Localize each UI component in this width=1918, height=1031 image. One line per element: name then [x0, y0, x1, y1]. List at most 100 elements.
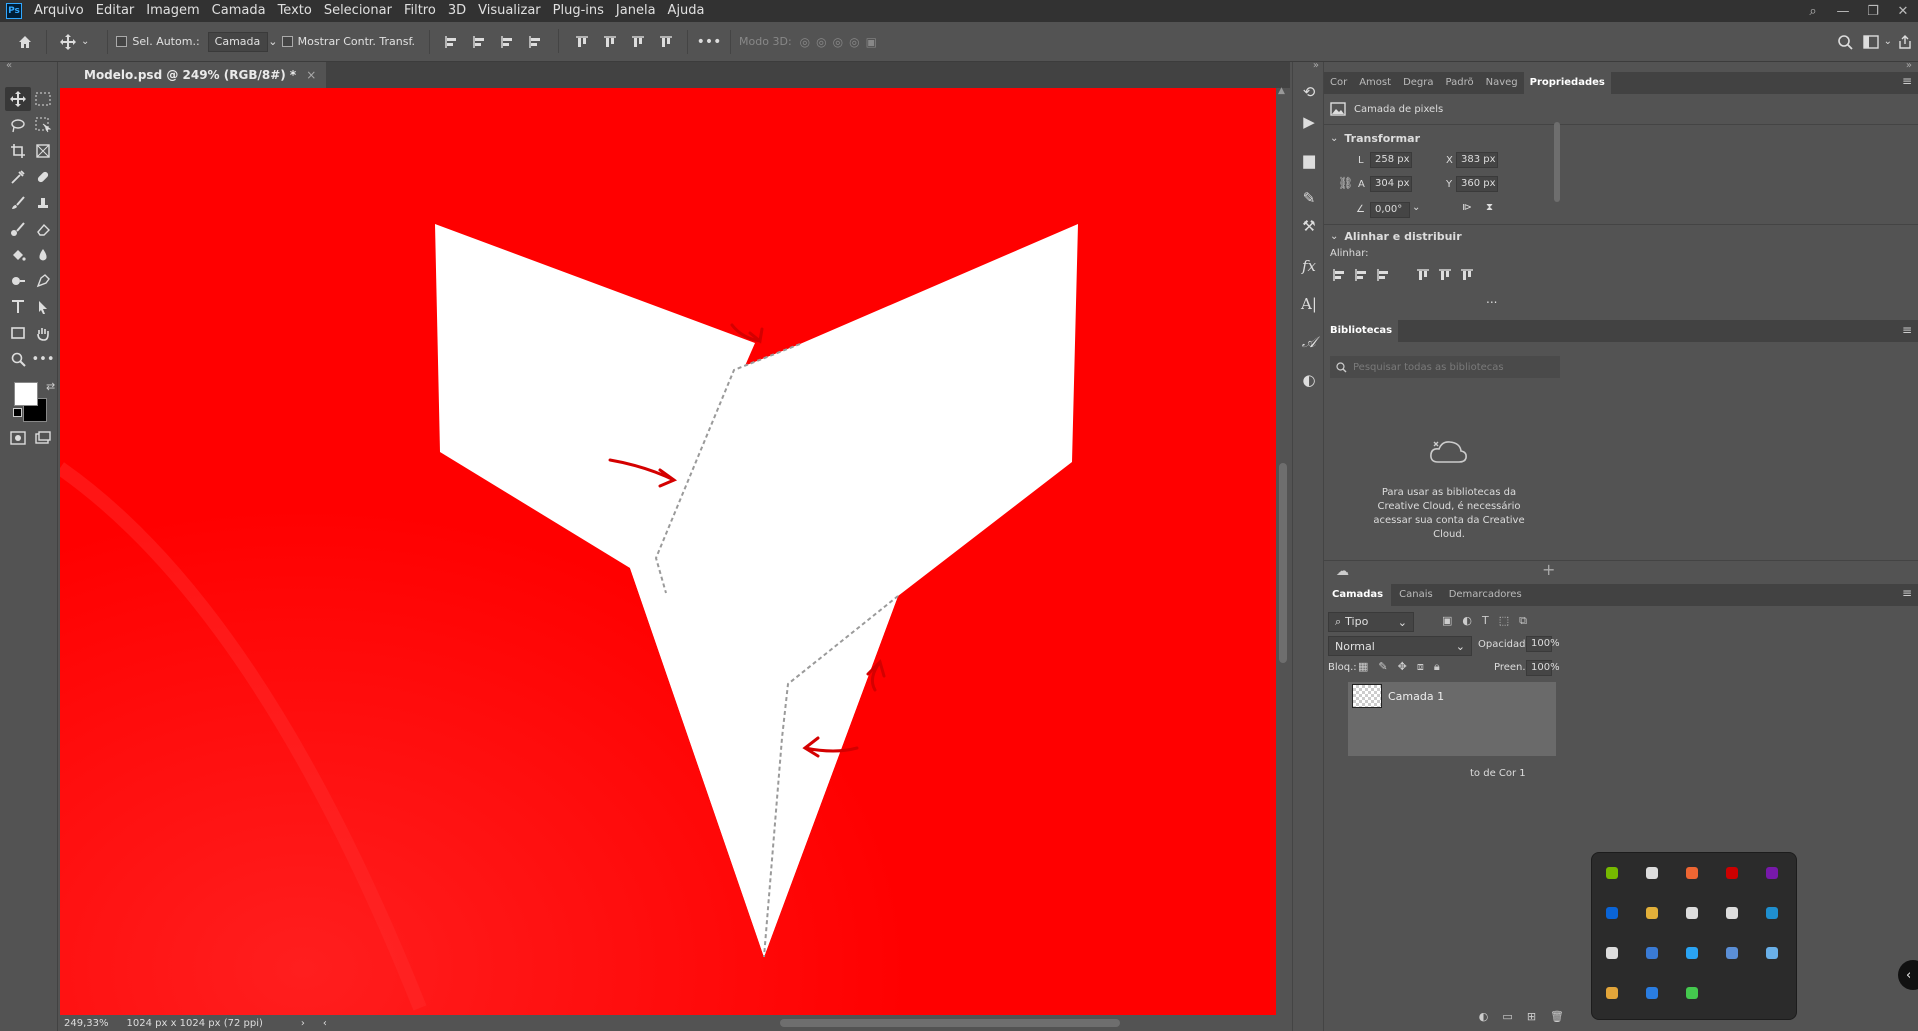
- share-icon[interactable]: [1892, 29, 1918, 55]
- add-library-icon[interactable]: +: [1542, 560, 1555, 579]
- transform-header[interactable]: ⌄ Transformar: [1330, 132, 1420, 145]
- align-bottom-icon[interactable]: [625, 29, 651, 55]
- character-panel-icon[interactable]: A|: [1293, 290, 1325, 318]
- vertical-scrollbar[interactable]: ▲: [1276, 86, 1290, 1015]
- tool-presets-panel-icon[interactable]: ⚒: [1293, 212, 1325, 240]
- align-left-icon[interactable]: [438, 29, 464, 55]
- t-app-icon[interactable]: [1642, 863, 1662, 883]
- menu-selecionar[interactable]: Selecionar: [318, 0, 398, 22]
- brush-settings-panel-icon[interactable]: ✎: [1293, 184, 1325, 212]
- close-tab-icon[interactable]: ×: [306, 68, 316, 82]
- blend-mode-dropdown[interactable]: Normal ⌄: [1328, 636, 1472, 656]
- usb-icon[interactable]: [1722, 903, 1742, 923]
- layer-row-selected[interactable]: Camada 1: [1348, 682, 1556, 756]
- filter-adjustment-icon[interactable]: ◐: [1462, 614, 1472, 628]
- crop-tool-icon[interactable]: [5, 139, 31, 163]
- outlook-icon[interactable]: [1602, 903, 1622, 923]
- canvas[interactable]: [60, 88, 1276, 1015]
- chevron-down-icon[interactable]: ⌄: [1412, 202, 1420, 213]
- panel-menu-icon[interactable]: ≡: [1902, 74, 1912, 88]
- zoom-level[interactable]: 249,33%: [64, 1018, 109, 1029]
- collapse-strip-icon[interactable]: »: [1313, 60, 1319, 71]
- glyphs-panel-icon[interactable]: 𝒜: [1293, 328, 1325, 356]
- filter-pixel-icon[interactable]: ▣: [1442, 614, 1452, 628]
- new-group-icon[interactable]: ▭: [1502, 1010, 1512, 1023]
- rectangle-tool-icon[interactable]: [5, 321, 31, 345]
- align-right-icon[interactable]: [494, 29, 520, 55]
- y-field[interactable]: 360 px: [1456, 176, 1498, 192]
- hand-tool-icon[interactable]: [30, 321, 56, 345]
- align-v-centers-icon[interactable]: [1438, 268, 1452, 282]
- properties-scroll-thumb[interactable]: [1554, 122, 1560, 202]
- roll-3d-icon[interactable]: ◎: [816, 35, 826, 49]
- orb-icon[interactable]: [1682, 943, 1702, 963]
- styles-panel-icon[interactable]: fx: [1293, 252, 1325, 280]
- align-right-edges-icon[interactable]: [1376, 268, 1390, 282]
- history-brush-tool-icon[interactable]: [5, 217, 31, 241]
- app-blue-icon[interactable]: [1642, 943, 1662, 963]
- scale-3d-icon[interactable]: ▣: [866, 35, 877, 49]
- adobe-icon[interactable]: [1722, 863, 1742, 883]
- frame-tool-icon[interactable]: [30, 139, 56, 163]
- panel-menu-icon[interactable]: ≡: [1902, 323, 1912, 337]
- fill-field[interactable]: 100%: [1526, 660, 1560, 676]
- status-chevron-icon[interactable]: ›: [301, 1018, 305, 1029]
- brush-tool-icon[interactable]: [5, 191, 31, 215]
- zoom-tool-icon[interactable]: [5, 347, 31, 371]
- tab-demarcadores[interactable]: Demarcadores: [1441, 584, 1530, 606]
- menu-texto[interactable]: Texto: [272, 0, 318, 22]
- filter-type-icon[interactable]: T: [1482, 614, 1489, 628]
- lock-image-icon[interactable]: ✎: [1378, 660, 1387, 674]
- menu-camada[interactable]: Camada: [206, 0, 272, 22]
- bluetooth-icon[interactable]: [1642, 983, 1662, 1003]
- tab-propriedades[interactable]: Propriedades: [1523, 72, 1611, 94]
- object-select-tool-icon[interactable]: [30, 113, 56, 137]
- fan-icon[interactable]: [1682, 983, 1702, 1003]
- menu-3d[interactable]: 3D: [442, 0, 472, 22]
- healing-brush-tool-icon[interactable]: [30, 165, 56, 189]
- panel-menu-icon[interactable]: ≡: [1902, 586, 1912, 600]
- align-header[interactable]: ⌄ Alinhar e distribuir: [1330, 230, 1462, 243]
- document-tab[interactable]: Modelo.psd @ 249% (RGB/8#) * ×: [60, 62, 327, 88]
- foreground-color-swatch[interactable]: [14, 382, 38, 406]
- pan-3d-icon[interactable]: ◎: [833, 35, 843, 49]
- lock-transparent-icon[interactable]: ▦: [1358, 660, 1368, 674]
- lasso-tool-icon[interactable]: [5, 113, 31, 137]
- home-icon[interactable]: [12, 29, 38, 55]
- collapse-toolbar-icon[interactable]: «: [6, 60, 12, 71]
- menu-janela[interactable]: Janela: [610, 0, 662, 22]
- new-layer-icon[interactable]: ⊞: [1527, 1010, 1536, 1023]
- move-tool-icon[interactable]: [5, 87, 31, 111]
- align-center-v-icon[interactable]: [597, 29, 623, 55]
- gpu-icon[interactable]: [1602, 983, 1622, 1003]
- menu-filtro[interactable]: Filtro: [398, 0, 442, 22]
- filter-shape-icon[interactable]: ⬚: [1499, 614, 1509, 628]
- quick-mask-icon[interactable]: [5, 426, 31, 450]
- default-colors-icon[interactable]: [13, 408, 22, 417]
- lock-all-icon[interactable]: 🔒︎: [1434, 660, 1440, 674]
- adjustment-layer-icon[interactable]: ◐: [1479, 1010, 1489, 1023]
- steam-icon[interactable]: [1762, 943, 1782, 963]
- clone-stamp-tool-icon[interactable]: [30, 191, 56, 215]
- menu-editar[interactable]: Editar: [90, 0, 141, 22]
- scroll-up-icon[interactable]: ▲: [1278, 86, 1285, 96]
- color-wheel-icon[interactable]: [1682, 863, 1702, 883]
- link-icon[interactable]: ⛓: [1338, 176, 1353, 190]
- path-selection-tool-icon[interactable]: [30, 295, 56, 319]
- paint-bucket-tool-icon[interactable]: [5, 243, 31, 267]
- blur-tool-icon[interactable]: [30, 243, 56, 267]
- adjustments-panel-icon[interactable]: ◐: [1293, 366, 1325, 394]
- delete-layer-icon[interactable]: 🗑︎: [1550, 1010, 1564, 1023]
- auto-select-checkbox[interactable]: Sel. Autom.:: [116, 35, 200, 48]
- minimize-window-button[interactable]: —: [1828, 0, 1858, 22]
- onenote-icon[interactable]: [1762, 863, 1782, 883]
- lock-position-icon[interactable]: ✥: [1398, 660, 1407, 674]
- menu-visualizar[interactable]: Visualizar: [472, 0, 547, 22]
- height-field[interactable]: 304 px: [1370, 176, 1412, 192]
- menu-ajuda[interactable]: Ajuda: [662, 0, 711, 22]
- align-center-h-icon[interactable]: [466, 29, 492, 55]
- opacity-field[interactable]: 100%: [1526, 636, 1560, 652]
- scroll-left-icon[interactable]: ‹: [323, 1018, 327, 1029]
- vertical-scroll-thumb[interactable]: [1279, 463, 1287, 663]
- more-options-icon[interactable]: •••: [696, 29, 722, 55]
